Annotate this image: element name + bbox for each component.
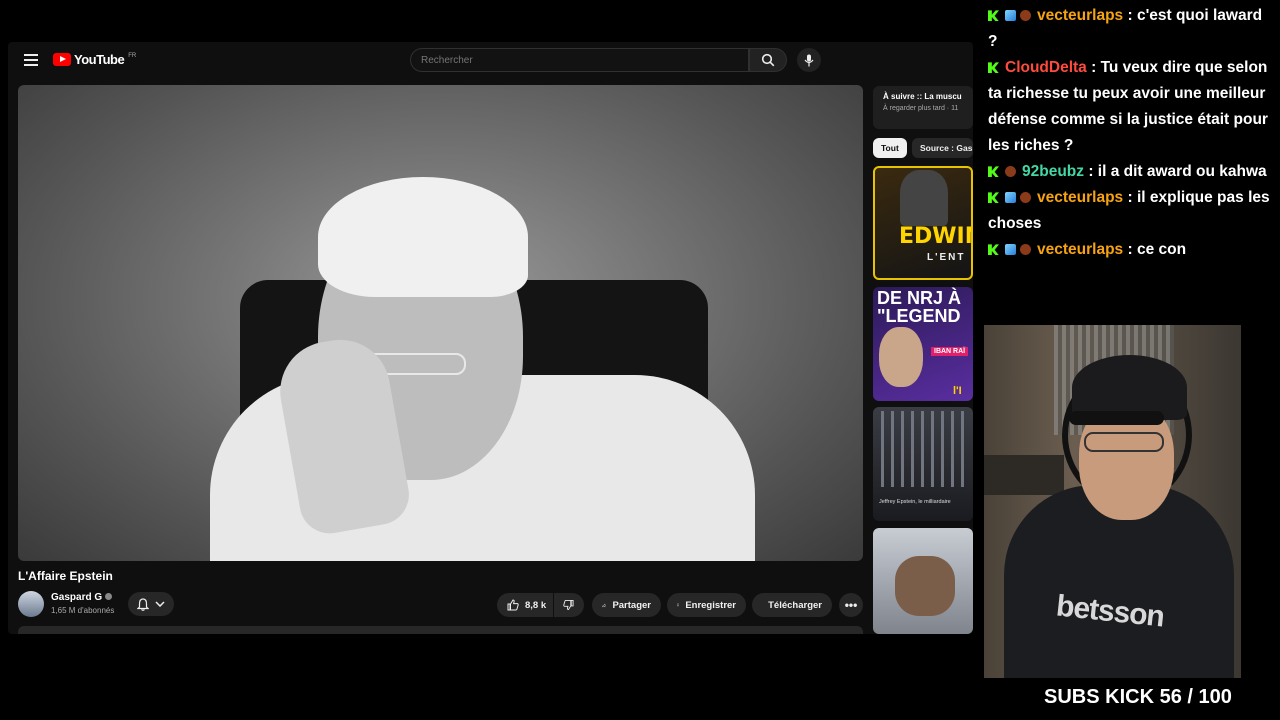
dislike-button[interactable] bbox=[554, 593, 584, 617]
more-icon: ••• bbox=[844, 598, 858, 612]
webcam-cap-brim bbox=[1069, 411, 1164, 425]
thumbnail-title: DE NRJ À "LEGEND bbox=[877, 288, 962, 326]
thumbs-up-icon bbox=[507, 599, 519, 611]
save-button[interactable]: Enregistrer bbox=[667, 593, 746, 617]
thumbnail-caption: Jeffrey Epstein, le milliardaire bbox=[879, 499, 951, 505]
download-button[interactable]: Télécharger bbox=[752, 593, 832, 617]
youtube-play-icon bbox=[53, 53, 71, 66]
hamburger-menu-icon[interactable] bbox=[24, 54, 38, 66]
share-button[interactable]: Partager bbox=[592, 593, 661, 617]
like-count: 8,8 k bbox=[525, 599, 547, 611]
subscriber-badge-icon bbox=[1005, 244, 1016, 256]
video-frame-person-hair bbox=[318, 177, 528, 297]
recommended-video-thumbnail[interactable]: Jeffrey Epstein, le milliardaire bbox=[873, 407, 973, 521]
webcam-shelf bbox=[984, 455, 1064, 495]
kick-badge-icon bbox=[988, 62, 999, 74]
chat-text: : ce con bbox=[1127, 241, 1187, 258]
webcam-feed: betsson bbox=[984, 325, 1241, 678]
thumbnail-title: EDWIN bbox=[899, 224, 971, 249]
search-button[interactable] bbox=[749, 48, 787, 72]
like-button[interactable]: 8,8 k bbox=[497, 593, 553, 617]
youtube-logo[interactable]: YouTube FR bbox=[53, 52, 136, 67]
chat-username[interactable]: vecteurlaps bbox=[1037, 241, 1123, 258]
channel-name-text: Gaspard G bbox=[51, 592, 103, 603]
search-icon bbox=[761, 53, 775, 67]
logo-text: YouTube bbox=[74, 52, 125, 67]
share-arrow-icon bbox=[602, 603, 607, 607]
search-box bbox=[410, 48, 749, 72]
up-next-card[interactable]: À suivre :: La muscu À regarder plus tar… bbox=[873, 86, 973, 129]
voice-search-button[interactable] bbox=[797, 48, 821, 72]
kick-badge-icon bbox=[988, 166, 999, 178]
chat-message: 92beubz : il a dit award ou kahwa bbox=[988, 159, 1273, 185]
logo-region: FR bbox=[128, 52, 137, 59]
thumbnail-corner-text: l'I bbox=[953, 385, 962, 397]
chip-source[interactable]: Source : Gas bbox=[912, 138, 973, 158]
notifications-button[interactable] bbox=[128, 592, 174, 616]
youtube-topbar: YouTube FR bbox=[8, 42, 973, 78]
recommended-video-thumbnail[interactable]: DE NRJ À "LEGEND IBAN RAÏ l'I bbox=[873, 287, 973, 401]
subscriber-badge-icon bbox=[1005, 192, 1016, 204]
chat-username[interactable]: 92beubz bbox=[1022, 163, 1084, 180]
subs-goal-counter: SUBS KICK 56 / 100 bbox=[1044, 686, 1232, 708]
up-next-subtitle: À regarder plus tard · 11 bbox=[883, 105, 959, 112]
stream-chat: vecteurlaps : c'est quoi laward ? CloudDe… bbox=[988, 3, 1273, 263]
search-input[interactable] bbox=[411, 49, 748, 71]
chat-message: vecteurlaps : c'est quoi laward ? bbox=[988, 3, 1273, 55]
chat-username[interactable]: vecteurlaps bbox=[1037, 189, 1123, 206]
more-actions-button[interactable]: ••• bbox=[839, 593, 863, 617]
thumbnail-prison-bars bbox=[881, 411, 965, 487]
kick-badge-icon bbox=[988, 244, 999, 256]
save-label: Enregistrer bbox=[685, 599, 736, 611]
up-next-title: À suivre :: La muscu bbox=[883, 92, 962, 101]
chat-message: vecteurlaps : ce con bbox=[988, 237, 1273, 263]
chat-username[interactable]: CloudDelta bbox=[1005, 59, 1087, 76]
thumbnail-subtitle: L'ENT bbox=[927, 252, 966, 263]
thumbnail-tag: IBAN RAÏ bbox=[931, 347, 969, 356]
thumbnail-figure bbox=[895, 556, 955, 616]
recommended-video-thumbnail[interactable]: EDWIN L'ENT bbox=[873, 166, 973, 280]
kick-badge-icon bbox=[988, 10, 999, 22]
thumbs-down-icon bbox=[563, 599, 574, 611]
gift-badge-icon bbox=[1020, 192, 1031, 204]
webcam-glasses bbox=[1084, 432, 1164, 452]
chat-text: : il a dit award ou kahwa bbox=[1088, 163, 1267, 180]
share-label: Partager bbox=[612, 599, 651, 611]
description-box-edge[interactable] bbox=[18, 626, 863, 634]
gift-badge-icon bbox=[1020, 10, 1031, 22]
verified-icon bbox=[105, 593, 113, 600]
subscriber-badge-icon bbox=[1005, 10, 1016, 22]
youtube-window: YouTube FR L'Affaire Epstein Gaspard G 1… bbox=[8, 42, 973, 634]
channel-name[interactable]: Gaspard G bbox=[51, 592, 113, 603]
video-title: L'Affaire Epstein bbox=[18, 569, 113, 583]
chevron-down-icon bbox=[155, 601, 165, 607]
video-player[interactable] bbox=[18, 85, 863, 561]
bookmark-icon bbox=[677, 603, 680, 607]
chip-all[interactable]: Tout bbox=[873, 138, 907, 158]
gift-badge-icon bbox=[1005, 166, 1016, 178]
gift-badge-icon bbox=[1020, 244, 1031, 256]
chat-message: vecteurlaps : il explique pas les choses bbox=[988, 185, 1273, 237]
thumbnail-figure bbox=[879, 327, 923, 387]
thumbnail-figure bbox=[900, 170, 948, 226]
chat-message: CloudDelta : Tu veux dire que selon ta r… bbox=[988, 55, 1273, 159]
bell-icon bbox=[137, 597, 149, 611]
recommended-video-thumbnail[interactable] bbox=[873, 528, 973, 634]
kick-badge-icon bbox=[988, 192, 999, 204]
channel-avatar[interactable] bbox=[18, 591, 44, 617]
subscriber-count: 1,65 M d'abonnés bbox=[51, 606, 115, 615]
microphone-icon bbox=[804, 54, 814, 66]
chat-username[interactable]: vecteurlaps bbox=[1037, 7, 1123, 24]
download-label: Télécharger bbox=[768, 599, 822, 611]
